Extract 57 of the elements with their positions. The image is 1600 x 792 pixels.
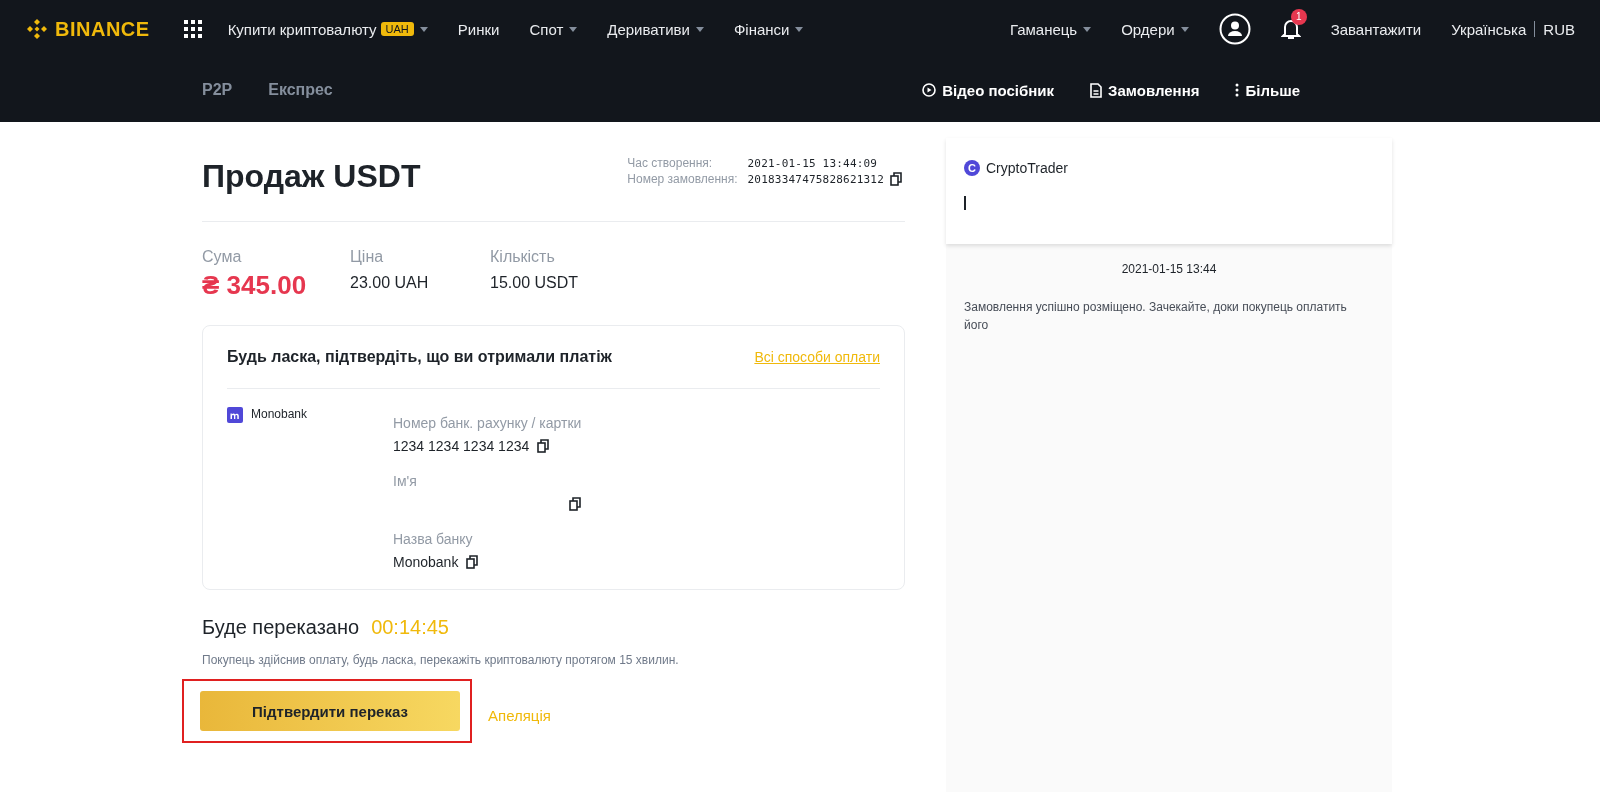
text-cursor bbox=[964, 196, 966, 210]
payment-method-name: Monobank bbox=[251, 407, 308, 421]
nav-link[interactable]: Гаманець bbox=[1009, 20, 1078, 38]
meta-label: Номер замовлення: bbox=[627, 172, 738, 186]
field-label: Назва банку bbox=[393, 531, 474, 547]
amount-value: ₴ 345.00 bbox=[202, 270, 308, 301]
counterparty-name[interactable]: CryptoTrader bbox=[986, 160, 1068, 176]
nav-link[interactable]: Купити криптовалюту bbox=[227, 20, 377, 38]
copy-icon[interactable] bbox=[537, 439, 551, 453]
document-icon bbox=[1090, 82, 1103, 98]
nav-link[interactable]: Ринки bbox=[457, 20, 500, 38]
currency-badge: UAH bbox=[380, 22, 414, 36]
copy-icon[interactable] bbox=[890, 172, 903, 186]
tab[interactable]: Експрес bbox=[268, 81, 333, 99]
logo-text[interactable]: BINANCE bbox=[55, 17, 150, 41]
transfer-title: Буде переказано bbox=[202, 616, 360, 639]
summary-value: 15.00 USDT bbox=[490, 274, 580, 292]
language-selector[interactable]: Українська bbox=[1451, 20, 1527, 38]
field-value: 1234 1234 1234 1234 bbox=[393, 438, 530, 454]
copy-icon[interactable] bbox=[569, 497, 582, 511]
more-vertical-icon bbox=[1235, 83, 1240, 97]
card-heading: Будь ласка, підтвердіть, що ви отримали платіж bbox=[227, 348, 612, 366]
currency-selector[interactable]: RUB bbox=[1543, 20, 1575, 38]
transfer-notice: Покупець здійснив оплату, будь ласка, перекажіть криптовалюту протягом 15 хвилин. bbox=[202, 653, 680, 667]
nav-action-link[interactable]: Більше bbox=[1245, 81, 1300, 99]
nav-action-link[interactable]: Відео посібник bbox=[942, 81, 1055, 99]
user-avatar: C bbox=[964, 160, 980, 176]
tab[interactable]: P2P bbox=[202, 81, 233, 99]
field-label: Номер банк. рахунку / картки bbox=[393, 415, 582, 431]
system-message: Замовлення успішно розміщено. Зачекайте, доки покупець оплатить його bbox=[964, 299, 1348, 334]
summary-label: Кількість bbox=[490, 248, 556, 266]
nav-link[interactable]: Фінанси bbox=[733, 20, 790, 38]
notification-badge: 1 bbox=[1290, 9, 1307, 25]
message-time: 2021-01-15 13:44 bbox=[1120, 262, 1218, 276]
page-title: Продаж USDT bbox=[202, 158, 421, 195]
download-link[interactable]: Завантажити bbox=[1330, 20, 1422, 38]
play-icon bbox=[922, 83, 937, 97]
bell-icon[interactable] bbox=[1280, 18, 1301, 40]
apps-grid-icon[interactable] bbox=[183, 20, 202, 38]
nav-link[interactable]: Спот bbox=[529, 20, 564, 38]
summary-label: Ціна bbox=[350, 248, 385, 266]
nav-link[interactable]: Ордери bbox=[1121, 20, 1175, 38]
copy-icon[interactable] bbox=[466, 555, 480, 569]
user-avatar-icon[interactable] bbox=[1218, 13, 1251, 45]
nav-link[interactable]: Деривативи bbox=[607, 20, 690, 38]
logo-icon bbox=[25, 17, 49, 41]
confirm-transfer-button[interactable]: Підтвердити переказ bbox=[200, 691, 460, 731]
bank-logo-icon bbox=[227, 407, 243, 423]
field-value: Monobank bbox=[393, 554, 459, 570]
meta-value: 20183347475828621312 bbox=[747, 172, 884, 186]
nav-action-link[interactable]: Замовлення bbox=[1108, 81, 1200, 99]
summary-value: 23.00 UAH bbox=[350, 274, 430, 292]
summary-label: Сума bbox=[202, 248, 243, 266]
meta-label: Час створення: bbox=[627, 156, 714, 170]
meta-value: 2021-01-15 13:44:09 bbox=[747, 156, 878, 170]
field-label: Ім'я bbox=[393, 473, 418, 489]
countdown-timer: 00:14:45 bbox=[371, 616, 449, 639]
